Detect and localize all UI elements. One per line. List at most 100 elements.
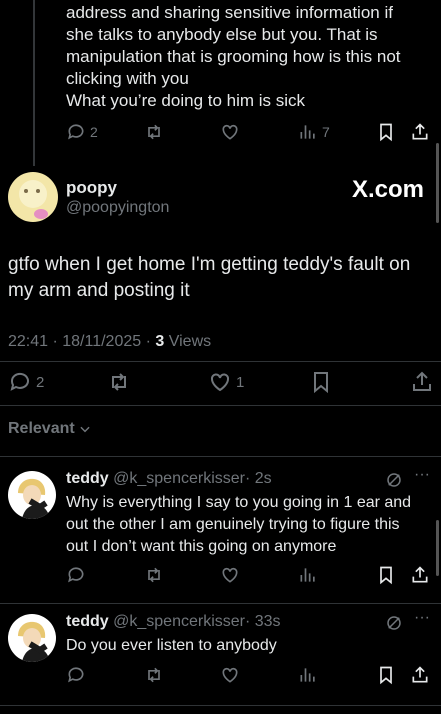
parent-text-line: clicking with you <box>66 69 189 88</box>
views-icon <box>300 568 315 582</box>
heart-icon <box>222 124 238 140</box>
grok-icon <box>387 616 401 630</box>
reply-button[interactable]: 2 <box>8 370 44 394</box>
x-watermark: X.com <box>352 176 425 203</box>
like-button[interactable] <box>220 122 240 142</box>
chevron-down-icon <box>80 426 90 433</box>
share-button[interactable] <box>410 565 430 585</box>
reply-button[interactable] <box>66 665 86 685</box>
tweet-timestamp[interactable]: 22:41 · 18/11/2025 · <box>8 333 155 350</box>
user-handle[interactable]: @k_spencerkisser <box>113 470 245 487</box>
tweet-text: gtfo when I get home I'm getting teddy's… <box>8 252 438 304</box>
grok-button[interactable] <box>385 471 403 494</box>
views-button[interactable] <box>298 565 318 585</box>
bookmark-button[interactable] <box>376 665 396 685</box>
repost-button[interactable] <box>144 122 164 142</box>
bookmark-button[interactable] <box>376 122 396 142</box>
tweet-text-line: gtfo when I get home I'm getting teddy's… <box>8 254 411 275</box>
avatar[interactable] <box>8 172 58 222</box>
views-count: 3 <box>155 333 165 350</box>
repost-icon <box>148 124 160 140</box>
reply-icon <box>10 372 29 391</box>
display-name[interactable]: teddy <box>66 613 109 630</box>
views-icon <box>300 125 315 139</box>
display-name[interactable]: poopy <box>66 178 117 198</box>
share-button[interactable] <box>410 122 430 142</box>
parent-action-bar: 2 7 <box>0 122 441 146</box>
divider <box>0 705 441 706</box>
reply-header: teddy @k_spencerkisser· 2s <box>66 470 272 488</box>
views-button[interactable]: 7 <box>298 122 330 142</box>
tweet-text-line: my arm and posting it <box>8 280 190 301</box>
sort-dropdown[interactable]: Relevant <box>8 420 92 438</box>
avatar[interactable] <box>8 614 56 662</box>
bookmark-icon <box>314 372 328 394</box>
reply-icon <box>68 667 84 683</box>
repost-button[interactable] <box>144 665 164 685</box>
bookmark-button[interactable] <box>309 370 333 394</box>
reply-count: 2 <box>90 124 98 140</box>
bookmark-button[interactable] <box>376 565 396 585</box>
parent-tweet-text: address and sharing sensitive informatio… <box>66 2 426 112</box>
tweet-meta: 22:41 · 18/11/2025 · 3 Views <box>8 333 211 351</box>
main-action-bar: 2 1 <box>0 370 441 394</box>
repost-icon <box>112 373 126 391</box>
reply-text: Why is everything I say to you going in … <box>66 492 436 558</box>
display-name[interactable]: teddy <box>66 470 109 487</box>
more-icon: ··· <box>414 609 430 626</box>
heart-icon <box>222 567 238 583</box>
reply-text-line: Why is everything I say to you going in … <box>66 494 412 511</box>
reply-time: · 33s <box>244 613 281 630</box>
reply-text-line: Do you ever listen to anybody <box>66 637 277 654</box>
repost-button[interactable] <box>144 565 164 585</box>
views-icon <box>300 668 315 682</box>
parent-text-line: manipulation that is grooming how is thi… <box>66 47 401 66</box>
reply-action-bar <box>0 565 441 589</box>
reply-button[interactable] <box>66 565 86 585</box>
repost-icon <box>148 667 160 683</box>
like-button[interactable]: 1 <box>208 370 244 394</box>
share-button[interactable] <box>410 665 430 685</box>
bookmark-icon <box>380 566 392 585</box>
share-icon <box>412 666 428 683</box>
divider <box>0 456 441 457</box>
bookmark-icon <box>380 123 392 142</box>
reply-text: Do you ever listen to anybody <box>66 635 436 657</box>
share-button[interactable] <box>410 370 434 394</box>
sort-label: Relevant <box>8 420 75 437</box>
user-handle[interactable]: @k_spencerkisser <box>113 613 245 630</box>
like-button[interactable] <box>220 665 240 685</box>
divider <box>0 361 441 362</box>
parent-text-line: address and sharing sensitive informatio… <box>66 3 393 22</box>
grok-button[interactable] <box>385 614 403 637</box>
reply-action-bar <box>0 665 441 689</box>
scrollbar[interactable] <box>436 143 439 223</box>
reply-icon <box>68 124 84 140</box>
views-label: Views <box>164 333 212 350</box>
heart-icon <box>211 373 229 392</box>
repost-icon <box>148 567 160 583</box>
reply-button[interactable]: 2 <box>66 122 98 142</box>
reply-text-line: out the other I am genuinely trying to f… <box>66 516 400 533</box>
more-button[interactable]: ··· <box>414 609 430 627</box>
reply-count: 2 <box>36 373 45 391</box>
views-count: 7 <box>322 124 330 140</box>
views-button[interactable] <box>298 665 318 685</box>
like-button[interactable] <box>220 565 240 585</box>
more-icon: ··· <box>414 466 430 483</box>
reply-icon <box>68 567 84 583</box>
parent-text-line: she talks to anybody else but you. That … <box>66 25 378 44</box>
heart-icon <box>222 667 238 683</box>
more-button[interactable]: ··· <box>414 466 430 484</box>
user-handle[interactable]: @poopyington <box>66 199 169 217</box>
parent-text-line: What you’re doing to him is sick <box>66 91 306 110</box>
divider <box>0 603 441 604</box>
grok-icon <box>387 473 401 487</box>
repost-button[interactable] <box>107 370 131 394</box>
avatar[interactable] <box>8 471 56 519</box>
share-icon <box>413 371 431 391</box>
divider <box>0 405 441 406</box>
share-icon <box>412 566 428 583</box>
bookmark-icon <box>380 666 392 685</box>
scrollbar[interactable] <box>436 520 439 576</box>
